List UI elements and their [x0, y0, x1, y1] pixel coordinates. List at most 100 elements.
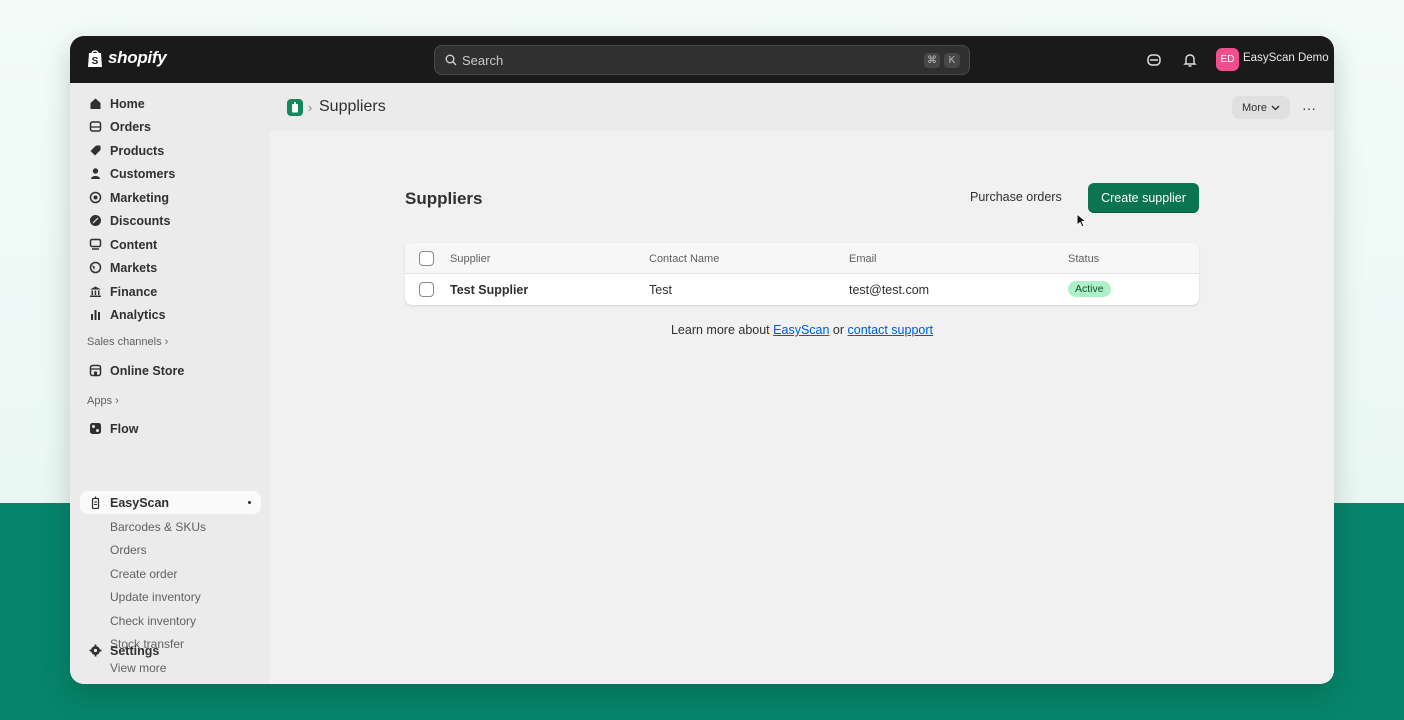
command-key-hint: ⌘ [924, 53, 940, 68]
logo-text: shopify [108, 48, 167, 67]
chevron-right-icon: › [115, 395, 119, 407]
sidebar-item-label: Settings [110, 643, 160, 658]
easyscan-app-icon[interactable] [287, 99, 303, 116]
column-header-email[interactable]: Email [849, 253, 877, 265]
sidebar-subitem-create-order[interactable]: Create order [110, 567, 177, 581]
contact-support-link[interactable]: contact support [848, 323, 933, 337]
select-all-checkbox[interactable] [419, 251, 434, 266]
column-header-status[interactable]: Status [1068, 253, 1099, 265]
active-dot [248, 501, 251, 504]
sidebar-item-label: Analytics [110, 307, 166, 322]
sidebar-subitem-check-inventory[interactable]: Check inventory [110, 614, 196, 628]
store-name[interactable]: EasyScan Demo [1243, 52, 1329, 64]
sidebar-item-marketing[interactable]: Marketing [80, 186, 261, 209]
row-checkbox[interactable] [419, 282, 434, 297]
avatar[interactable]: ED [1216, 48, 1239, 71]
footer-help-text: Learn more about EasyScan or contact sup… [270, 323, 1334, 337]
easyscan-icon [88, 496, 102, 510]
easyscan-link[interactable]: EasyScan [773, 323, 829, 337]
sidebar-item-content[interactable]: Content [80, 233, 261, 256]
sidebar-item-label: Customers [110, 166, 176, 181]
sidebar-item-label: EasyScan [110, 495, 170, 510]
svg-text:S: S [92, 56, 99, 67]
sidebar-item-finance[interactable]: Finance [80, 280, 261, 303]
sidekick-icon[interactable] [1145, 51, 1163, 69]
sidebar-item-label: Online Store [110, 363, 185, 378]
status-badge: Active [1068, 281, 1111, 297]
k-key-hint: K [944, 53, 960, 68]
sidebar-item-label: Finance [110, 284, 158, 299]
sidebar-item-label: Home [110, 96, 145, 111]
sidebar-item-online-store[interactable]: Online Store [80, 359, 261, 382]
sales-channels-label: Sales channels [87, 336, 162, 348]
sidebar-item-settings[interactable]: Settings [80, 639, 261, 662]
store-icon [88, 364, 102, 378]
sidebar-subitem-update-inventory[interactable]: Update inventory [110, 590, 201, 604]
create-supplier-button[interactable]: Create supplier [1088, 183, 1199, 213]
sidebar-subitem-barcodes[interactable]: Barcodes & SKUs [110, 520, 206, 534]
content-icon [88, 238, 102, 252]
flow-icon [88, 422, 102, 436]
apps-header[interactable]: Apps › [87, 395, 119, 407]
target-icon [88, 191, 102, 205]
shopify-logo[interactable]: S shopify [86, 48, 167, 68]
main-content: › Suppliers More ··· Suppliers Purchase … [270, 83, 1334, 684]
top-bar: S shopify Search ⌘ K ED EasyScan Demo [70, 36, 1334, 83]
suppliers-table: Supplier Contact Name Email Status Test … [405, 243, 1199, 305]
page-title: Suppliers [405, 189, 483, 208]
sidebar-item-markets[interactable]: Markets [80, 256, 261, 279]
purchase-orders-button[interactable]: Purchase orders [970, 190, 1062, 204]
sidebar-item-discounts[interactable]: Discounts [80, 209, 261, 232]
sidebar-item-label: Markets [110, 260, 158, 275]
sidebar-item-easyscan[interactable]: EasyScan [80, 491, 261, 514]
sidebar-item-analytics[interactable]: Analytics [80, 303, 261, 326]
breadcrumb-separator-icon: › [308, 100, 313, 115]
chart-icon [88, 308, 102, 322]
app-header: › Suppliers More ··· [270, 83, 1334, 131]
bank-icon [88, 285, 102, 299]
more-actions-button[interactable]: ··· [1300, 96, 1318, 119]
footer-prefix: Learn more about [670, 323, 770, 337]
home-icon [88, 97, 102, 111]
sidebar-item-products[interactable]: Products [80, 139, 261, 162]
sidebar-item-label: Products [110, 143, 165, 158]
sales-channels-header[interactable]: Sales channels › [87, 336, 168, 348]
tag-icon [88, 144, 102, 158]
sidebar-item-orders[interactable]: Orders [80, 115, 261, 138]
mouse-cursor-icon [1076, 213, 1088, 228]
person-icon [88, 167, 102, 181]
sidebar-item-label: Orders [110, 119, 151, 134]
sidebar-item-home[interactable]: Home [80, 92, 261, 115]
sidebar-item-customers[interactable]: Customers [80, 162, 261, 185]
table-header: Supplier Contact Name Email Status [405, 243, 1199, 274]
sidebar-subitem-orders[interactable]: Orders [110, 543, 147, 557]
column-header-contact[interactable]: Contact Name [649, 253, 719, 265]
search-icon [445, 54, 457, 66]
sidebar-item-flow[interactable]: Flow [80, 417, 261, 440]
discount-icon [88, 214, 102, 228]
column-header-supplier[interactable]: Supplier [450, 253, 490, 265]
breadcrumb: Suppliers [319, 98, 386, 115]
email: test@test.com [849, 283, 930, 297]
sidebar-item-label: Discounts [110, 213, 171, 228]
globe-icon [88, 261, 102, 275]
more-button[interactable]: More [1232, 96, 1290, 119]
bell-icon[interactable] [1181, 51, 1199, 69]
supplier-name[interactable]: Test Supplier [450, 283, 528, 297]
sidebar-item-label: Marketing [110, 190, 170, 205]
chevron-down-icon [1271, 105, 1280, 110]
sidebar: Home Orders Products Customers Marketing… [70, 83, 270, 684]
more-label: More [1241, 101, 1268, 114]
shopify-bag-icon: S [88, 50, 102, 67]
sidebar-item-label: Flow [110, 421, 139, 436]
contact-name: Test [649, 283, 672, 297]
sidebar-subitem-view-more[interactable]: View more [110, 661, 166, 675]
search-input[interactable]: Search ⌘ K [434, 45, 970, 75]
footer-middle: or [832, 323, 845, 337]
gear-icon [88, 644, 102, 658]
chevron-right-icon: › [164, 336, 169, 348]
orders-icon [88, 120, 102, 134]
apps-label: Apps [87, 395, 113, 407]
sidebar-item-label: Content [110, 237, 158, 252]
app-window: S shopify Search ⌘ K ED EasyScan Demo Ho… [70, 36, 1334, 684]
